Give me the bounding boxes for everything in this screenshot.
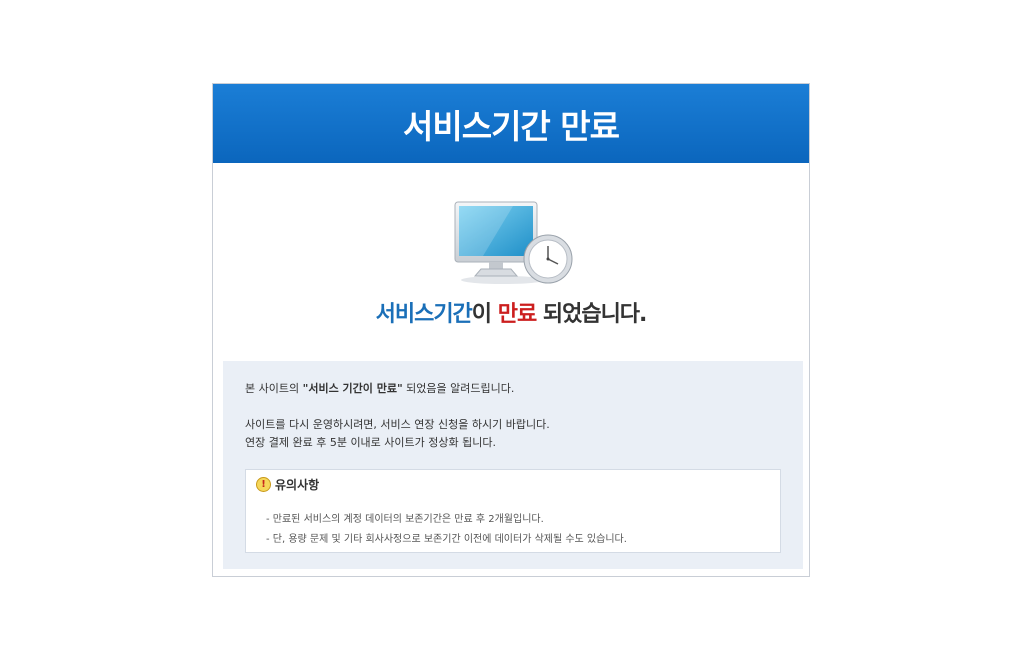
- page-title: 서비스기간 만료: [402, 106, 620, 146]
- headline-particle: 이: [471, 302, 498, 327]
- info-line-1-bold: "서비스 기간이 만료": [302, 382, 403, 395]
- info-box: 본 사이트의 "서비스 기간이 만료" 되었음을 알려드립니다. 사이트를 다시…: [223, 361, 803, 569]
- info-line-1-post: 되었음을 알려드립니다.: [402, 382, 515, 395]
- info-line-3: 연장 결제 완료 후 5분 이내로 사이트가 정상화 됩니다.: [245, 436, 496, 449]
- headline-expired: 만료: [497, 302, 537, 327]
- monitor-clock-icon: [454, 201, 573, 284]
- notice-header: ! 유의사항: [256, 476, 319, 493]
- headline-suffix: 되었습니다.: [536, 302, 648, 327]
- headline-service-period: 서비스기간: [375, 302, 473, 327]
- info-line-1: 본 사이트의 "서비스 기간이 만료" 되었음을 알려드립니다.: [245, 380, 514, 396]
- notice-box: ! 유의사항 - 만료된 서비스의 계정 데이터의 보존기간은 만료 후 2개월…: [245, 469, 781, 553]
- headline: 서비스기간이 만료 되었습니다.: [213, 296, 809, 328]
- notice-title: 유의사항: [275, 478, 320, 492]
- notice-item: - 만료된 서비스의 계정 데이터의 보존기간은 만료 후 2개월입니다.: [266, 514, 544, 525]
- warning-icon: !: [256, 477, 271, 492]
- notice-item: - 단, 용량 문제 및 기타 회사사정으로 보존기간 이전에 데이터가 삭제될…: [266, 534, 627, 545]
- notice-list: - 만료된 서비스의 계정 데이터의 보존기간은 만료 후 2개월입니다. - …: [266, 510, 627, 550]
- panel-header: 서비스기간 만료: [213, 84, 809, 163]
- info-line-2: 사이트를 다시 운영하시려면, 서비스 연장 신청을 하시기 바랍니다.: [245, 418, 550, 431]
- expiry-panel: 서비스기간 만료 서비스기간이 만료 되었습니다. 본 사이트의 "서비스 기간…: [212, 83, 810, 577]
- info-line-1-pre: 본 사이트의: [245, 382, 303, 395]
